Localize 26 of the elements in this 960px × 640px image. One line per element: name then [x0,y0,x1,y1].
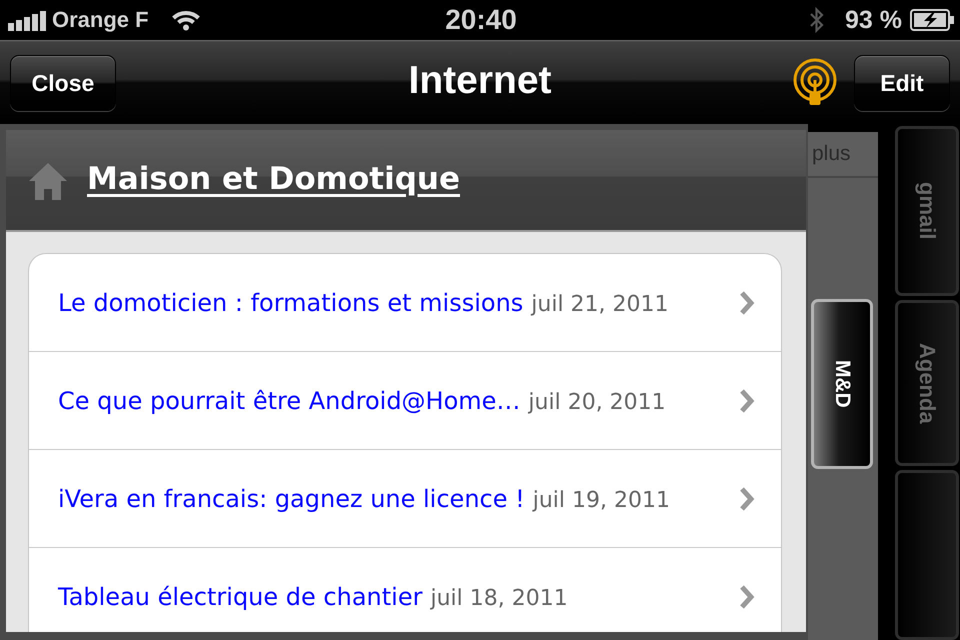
article-date: juil 18, 2011 [430,586,568,610]
dock-tab[interactable] [895,470,959,640]
article-date: juil 20, 2011 [528,390,666,414]
section-title-link[interactable]: Maison et Domotique [87,161,460,197]
article-date: juil 21, 2011 [531,292,669,316]
battery-icon [910,9,954,31]
article-link[interactable]: Le domoticien : formations et missions [58,288,524,316]
wifi-icon [170,9,201,31]
side-tab[interactable]: M&D [811,299,873,469]
chevron-icon [739,486,755,512]
clock-time: 20:40 [445,4,517,36]
screen-title: Internet [408,58,552,104]
chevron-icon [739,388,755,414]
carrier-name: Orange F [52,6,149,34]
edit-button[interactable]: Edit [854,55,950,111]
battery-percent: 93 % [845,5,902,36]
article-link[interactable]: iVera en francais: gagnez une licence ! [58,484,525,512]
article-link[interactable]: Tableau électrique de chantier [58,582,422,610]
bluetooth-icon [809,6,826,34]
article-date: juil 19, 2011 [532,488,670,512]
signal-icon [8,11,46,31]
house-icon[interactable] [28,162,68,200]
article-link[interactable]: Ce que pourrait être Android@Home… [58,386,520,414]
close-button[interactable]: Close [10,55,116,111]
chevron-icon [739,290,755,316]
chevron-icon [739,584,755,610]
